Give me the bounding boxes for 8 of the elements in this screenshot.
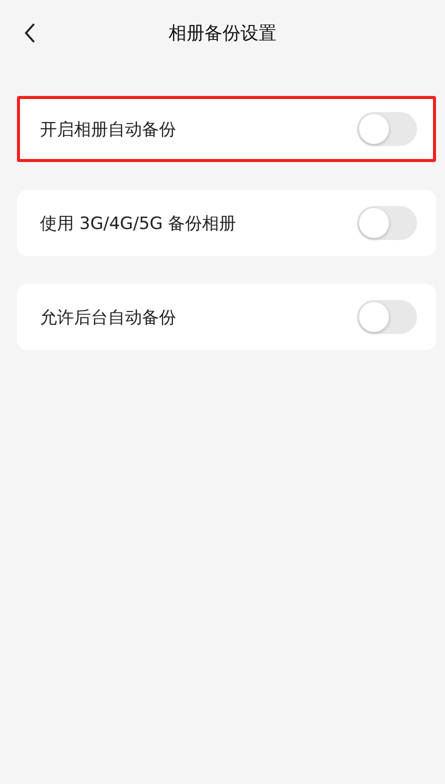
toggle-switch[interactable] bbox=[357, 206, 417, 240]
page-title: 相册备份设置 bbox=[168, 22, 276, 45]
toggle-switch[interactable] bbox=[357, 112, 417, 146]
back-icon[interactable] bbox=[24, 23, 36, 43]
toggle-switch[interactable] bbox=[357, 300, 417, 334]
setting-label: 允许后台自动备份 bbox=[40, 306, 176, 328]
setting-label: 开启相册自动备份 bbox=[40, 118, 176, 140]
setting-label: 使用 3G/4G/5G 备份相册 bbox=[40, 212, 236, 234]
